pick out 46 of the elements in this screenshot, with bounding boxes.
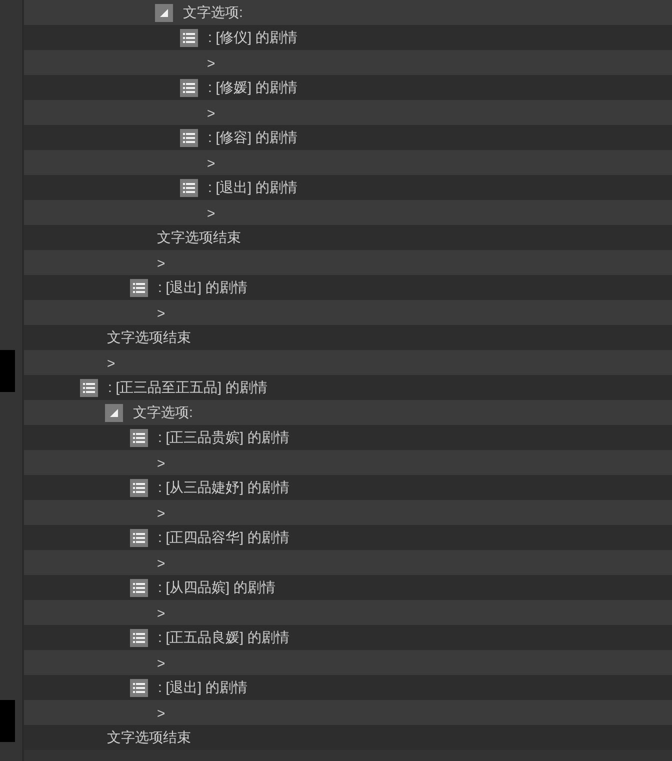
collapse-toggle[interactable] xyxy=(105,404,123,422)
continue-marker: > xyxy=(206,154,216,170)
list-icon xyxy=(130,428,148,446)
choice-label[interactable]: : [从四品嫔] 的剧情 xyxy=(156,578,276,596)
choice-label[interactable]: : [修媛] 的剧情 xyxy=(206,78,298,96)
choice-label[interactable]: : [正三品贵嫔] 的剧情 xyxy=(156,428,290,446)
options-end-label: 文字选项结束 xyxy=(106,728,191,746)
collapse-toggle[interactable] xyxy=(155,4,173,22)
continue-marker: > xyxy=(156,704,166,720)
choice-label[interactable]: : [修仪] 的剧情 xyxy=(206,28,298,46)
list-icon xyxy=(130,528,148,546)
choice-label[interactable]: : [正三品至正五品] 的剧情 xyxy=(106,378,268,396)
continue-marker: > xyxy=(206,104,216,120)
continue-marker: > xyxy=(156,454,166,470)
options-label: 文字选项: xyxy=(182,4,243,22)
choice-label[interactable]: : [修容] 的剧情 xyxy=(206,128,298,146)
continue-marker: > xyxy=(156,604,166,620)
continue-marker: > xyxy=(206,204,216,220)
list-icon xyxy=(130,628,148,646)
gutter-marker xyxy=(0,350,15,392)
continue-marker: > xyxy=(156,654,166,670)
choice-label[interactable]: : [退出] 的剧情 xyxy=(156,678,248,696)
choice-label[interactable]: : [退出] 的剧情 xyxy=(206,178,298,196)
continue-marker: > xyxy=(106,354,116,370)
choice-label[interactable]: : [从三品婕妤] 的剧情 xyxy=(156,478,290,496)
list-icon xyxy=(180,28,198,46)
continue-marker: > xyxy=(156,504,166,520)
gutter-marker xyxy=(0,700,15,742)
continue-marker: > xyxy=(156,304,166,320)
choice-label[interactable]: : [退出] 的剧情 xyxy=(156,278,248,296)
continue-marker: > xyxy=(156,254,166,270)
continue-marker: > xyxy=(156,554,166,570)
list-icon xyxy=(130,578,148,596)
list-icon xyxy=(180,128,198,146)
list-icon xyxy=(130,278,148,296)
list-icon xyxy=(130,678,148,696)
options-end-label: 文字选项结束 xyxy=(156,228,241,246)
list-icon xyxy=(180,178,198,196)
options-label: 文字选项: xyxy=(132,404,193,422)
list-icon xyxy=(130,478,148,496)
choice-label[interactable]: : [正五品良媛] 的剧情 xyxy=(156,628,290,646)
continue-marker: > xyxy=(206,54,216,70)
choice-label[interactable]: : [正四品容华] 的剧情 xyxy=(156,528,290,546)
options-end-label: 文字选项结束 xyxy=(106,328,191,346)
list-icon xyxy=(180,78,198,96)
list-icon xyxy=(80,378,98,396)
